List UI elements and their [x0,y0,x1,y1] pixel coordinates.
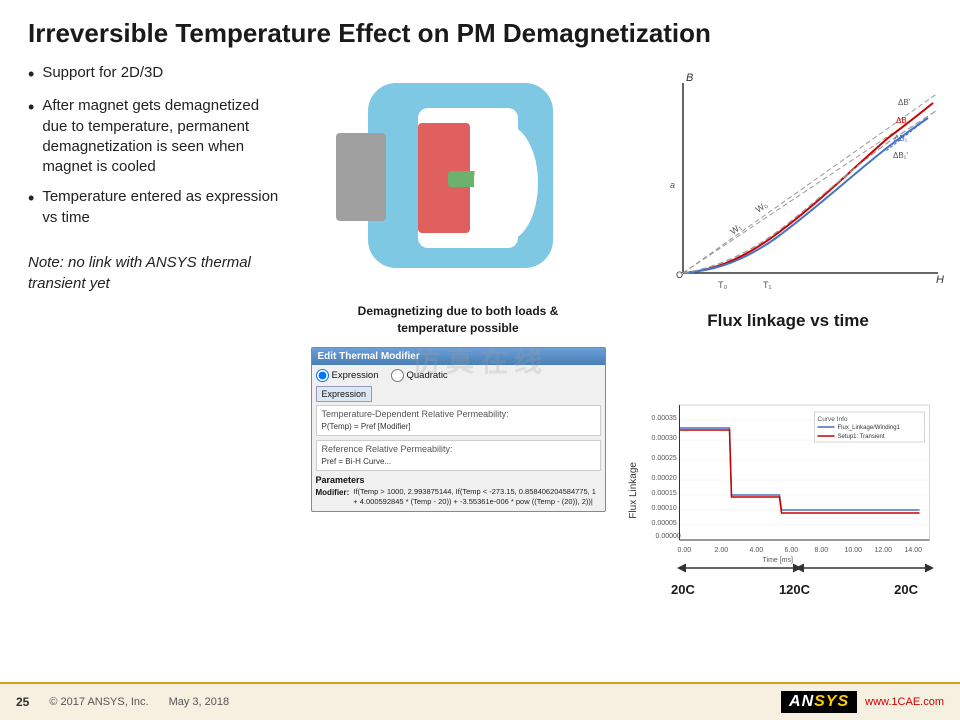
svg-text:0.00: 0.00 [678,547,692,554]
bullet-list: Support for 2D/3D After magnet gets dema… [28,63,288,238]
svg-text:0.00035: 0.00035 [652,415,677,422]
svg-text:0.00030: 0.00030 [652,435,677,442]
svg-text:T₁: T₁ [763,280,772,290]
section1-formula: P(Temp) = Pref [Modifier] [322,421,595,432]
bullet-3: Temperature entered as expression vs tim… [28,187,288,228]
footer: 25 © 2017 ANSYS, Inc. May 3, 2018 ANSYS … [0,682,960,720]
modifier-label: Modifier: [316,487,350,497]
dialog-tab: Expression [316,386,373,402]
svg-text:ΔB: ΔB [896,116,907,125]
footer-url: www.1CAE.com [865,696,944,708]
dialog-section-permeability: Temperature-Dependent Relative Permeabil… [316,405,601,436]
section2-formula: Pref = Bi-H Curve... [322,456,595,467]
magnet-svg [318,73,598,283]
section2-title: Reference Relative Permeability: [322,444,595,454]
note-text: Note: no link with ANSYS thermal transie… [28,252,288,294]
dialog-title: Edit Thermal Modifier [312,348,605,365]
footer-page: 25 [16,695,29,709]
right-column: B H O T₀ T₁ W₀ W₁ [628,63,948,645]
svg-text:2.00: 2.00 [715,547,729,554]
slide-title: Irreversible Temperature Effect on PM De… [28,18,932,49]
flux-svg: 0.00035 0.00030 0.00025 0.00020 0.00015 … [641,400,948,575]
svg-text:0.00020: 0.00020 [652,475,677,482]
svg-text:Time [ms]: Time [ms] [763,557,794,564]
svg-text:0.00010: 0.00010 [652,505,677,512]
flux-ylabel: Flux Linkage [628,462,639,519]
svg-text:4.00: 4.00 [750,547,764,554]
magnet-diagram [308,63,608,293]
flux-chart-container: Flux linkage vs time Flux Linkage 0.0003… [628,311,948,645]
dialog-modifier-row: Modifier: If(Temp > 1000, 2.993875144, I… [316,487,601,507]
content-area: Support for 2D/3D After magnet gets dema… [28,63,932,645]
svg-text:6.00: 6.00 [785,547,799,554]
svg-text:14.00: 14.00 [905,547,923,554]
svg-text:Curve Info: Curve Info [818,416,848,423]
svg-text:0.00015: 0.00015 [652,490,677,497]
diagram-caption: Demagnetizing due to both loads & temper… [328,303,588,337]
temp-labels: 20C 120C 20C [641,582,948,597]
flux-svg-container: 0.00035 0.00030 0.00025 0.00020 0.00015 … [641,400,948,580]
temp-label-2: 20C [894,582,918,597]
svg-text:12.00: 12.00 [875,547,893,554]
footer-date: May 3, 2018 [169,696,230,708]
svg-text:a: a [670,180,675,190]
slide: Irreversible Temperature Effect on PM De… [0,0,960,720]
svg-text:ΔB₁': ΔB₁' [893,151,908,160]
svg-text:10.00: 10.00 [845,547,863,554]
svg-text:8.00: 8.00 [815,547,829,554]
flux-chart-wrap: Flux Linkage 0.00035 0.00030 0.00025 0.0… [628,335,948,645]
section1-title: Temperature-Dependent Relative Permeabil… [322,409,595,419]
middle-column: Demagnetizing due to both loads & temper… [298,63,618,645]
bh-svg: B H O T₀ T₁ W₀ W₁ [628,63,948,303]
dialog-section-reference: Reference Relative Permeability: Pref = … [316,440,601,471]
ansys-logo: ANSYS [781,691,857,713]
svg-text:0.00005: 0.00005 [652,520,677,527]
bullet-2: After magnet gets demagnetized due to te… [28,96,288,177]
footer-copyright: © 2017 ANSYS, Inc. [49,696,148,708]
svg-text:T₀: T₀ [718,280,727,290]
svg-text:Setup1: Transient: Setup1: Transient [838,434,885,440]
svg-text:Flux_Linkage/Winding1: Flux_Linkage/Winding1 [838,425,901,431]
temp-label-0: 20C [671,582,695,597]
flux-title: Flux linkage vs time [628,311,948,331]
svg-text:O: O [676,270,683,280]
thermal-dialog: Edit Thermal Modifier Expression Quadrat… [311,347,606,512]
svg-text:W₁: W₁ [728,222,743,237]
svg-text:W₀: W₀ [754,200,770,215]
bh-chart: B H O T₀ T₁ W₀ W₁ [628,63,948,303]
modifier-value: If(Temp > 1000, 2.993875144, If(Temp < -… [353,487,600,507]
section3-label: Parameters [316,475,601,485]
svg-text:0.00000: 0.00000 [656,533,681,540]
radio-quadratic: Quadratic [391,369,448,382]
left-column: Support for 2D/3D After magnet gets dema… [28,63,288,645]
footer-right: ANSYS www.1CAE.com [781,691,944,713]
svg-text:0.00025: 0.00025 [652,455,677,462]
temp-label-1: 120C [779,582,810,597]
dialog-radio-row: Expression Quadratic [316,369,601,382]
svg-text:ΔB₁: ΔB₁ [894,134,908,143]
svg-text:H: H [936,274,944,286]
bullet-1: Support for 2D/3D [28,63,288,86]
radio-expression: Expression [316,369,379,382]
svg-text:ΔB': ΔB' [898,98,911,107]
svg-text:B: B [686,72,693,84]
